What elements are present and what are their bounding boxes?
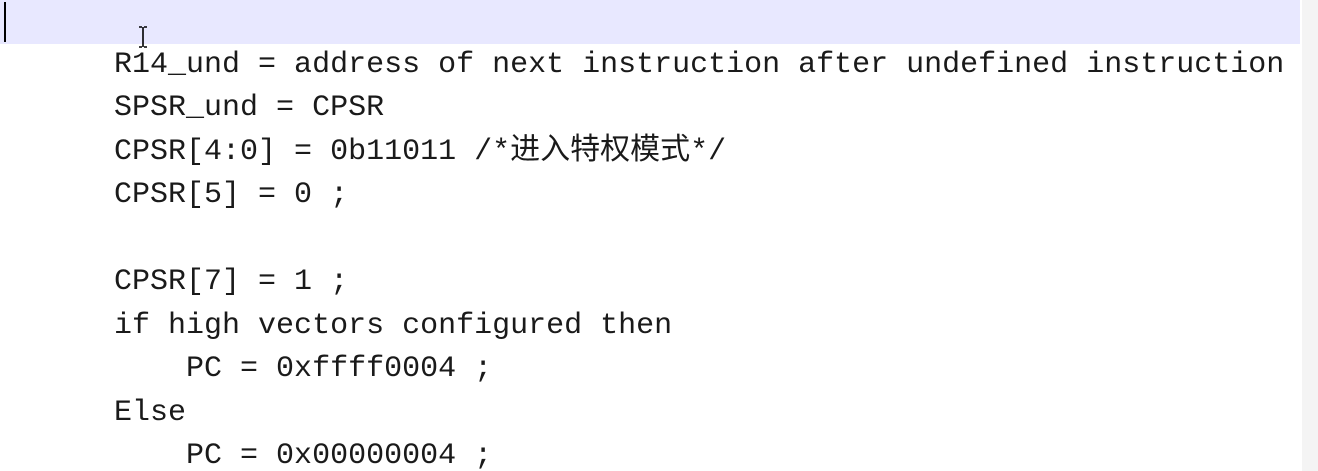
code-line[interactable]: if high vectors configured then [0,261,1300,343]
code-area[interactable]: R14_und = address of next instruction af… [0,0,1300,471]
code-line-empty[interactable] [0,174,1300,218]
code-editor[interactable]: R14_und = address of next instruction af… [0,0,1318,471]
code-line[interactable]: SPSR_und = CPSR [0,44,1300,125]
vertical-scrollbar[interactable] [1302,0,1318,471]
ibeam-cursor-icon [139,26,147,48]
code-line[interactable]: PC = 0x00000004 ; [0,392,1300,471]
text-caret [4,2,6,42]
code-line[interactable]: CPSR[5] = 0 ; [0,131,1300,212]
code-line[interactable]: CPSR[7] = 1 ; [0,218,1300,299]
code-line[interactable]: Else [0,348,1300,430]
code-line[interactable]: CPSR[4:0] = 0b11011 /*进入特权模式*/ [0,87,1300,169]
code-line[interactable]: PC = 0xffff0004 ; [0,305,1300,386]
code-line-current[interactable]: R14_und = address of next instruction af… [0,0,1300,82]
code-line-text: PC = 0x00000004 ; [114,439,493,471]
